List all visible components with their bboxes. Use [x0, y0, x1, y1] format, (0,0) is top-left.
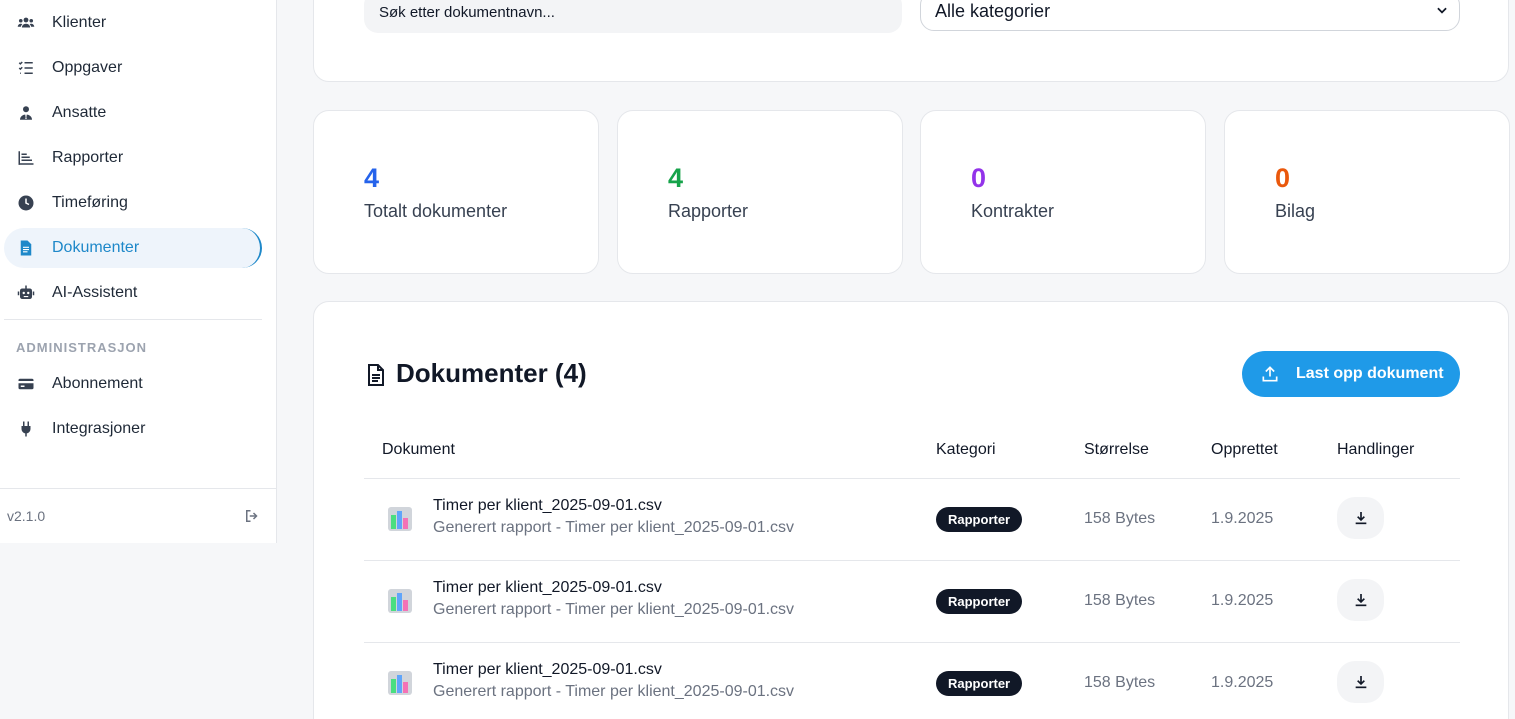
checklist-icon [16, 58, 36, 78]
sidebar-item-label: Ansatte [52, 104, 107, 121]
sidebar-item-label: AI-Assistent [52, 284, 138, 301]
documents-card: Dokumenter (4) Last opp dokument Dokumen… [313, 301, 1509, 719]
document-size: 158 Bytes [1084, 674, 1156, 691]
download-button[interactable] [1337, 661, 1384, 703]
stat-value: 0 [1275, 163, 1291, 193]
stat-card-bilag: 0 Bilag [1224, 110, 1510, 274]
filter-card: Alle kategorier [313, 0, 1509, 82]
version-label: v2.1.0 [7, 508, 46, 524]
chart-file-icon [388, 671, 412, 695]
sidebar-item-klienter[interactable]: Klienter [4, 3, 262, 43]
file-icon [16, 238, 36, 258]
download-icon [1355, 512, 1366, 525]
download-button[interactable] [1337, 579, 1384, 621]
stat-value: 4 [364, 163, 380, 193]
category-badge: Rapporter [936, 507, 1023, 532]
sidebar-item-label: Rapporter [52, 149, 124, 166]
table-row[interactable]: Timer per klient_2025-09-01.csv Generert… [364, 561, 1460, 643]
clock-icon [16, 193, 36, 213]
sidebar-item-timeforing[interactable]: Timeføring [4, 183, 262, 223]
upload-button-label: Last opp dokument [1296, 365, 1444, 382]
upload-icon [1262, 366, 1278, 382]
document-date: 1.9.2025 [1211, 674, 1274, 691]
download-icon [1355, 676, 1366, 689]
documents-title: Dokumenter (4) [396, 358, 587, 388]
document-name[interactable]: Timer per klient_2025-09-01.csv [433, 497, 662, 515]
stat-card-total: 4 Totalt dokumenter [313, 110, 599, 274]
stat-label: Totalt dokumenter [364, 201, 508, 221]
sidebar-item-label: Oppgaver [52, 59, 123, 76]
column-header-storrelse: Størrelse [1084, 441, 1149, 458]
sidebar-item-label: Dokumenter [52, 239, 140, 256]
document-description: Generert rapport - Timer per klient_2025… [433, 683, 795, 700]
table-row[interactable]: Timer per klient_2025-09-01.csv Generert… [364, 643, 1460, 719]
sidebar-item-oppgaver[interactable]: Oppgaver [4, 48, 262, 88]
table-row[interactable]: Timer per klient_2025-09-01.csv Generert… [364, 479, 1460, 561]
stat-label: Kontrakter [971, 201, 1055, 221]
sidebar-footer-divider [0, 488, 276, 489]
document-description: Generert rapport - Timer per klient_2025… [433, 519, 795, 536]
plug-icon [16, 419, 36, 439]
sidebar-item-integrasjoner[interactable]: Integrasjoner [4, 409, 262, 449]
sidebar-item-rapporter[interactable]: Rapporter [4, 138, 262, 178]
search-input[interactable] [364, 0, 902, 33]
upload-document-button[interactable]: Last opp dokument [1242, 351, 1460, 397]
download-icon [1355, 594, 1366, 607]
file-text-icon [368, 364, 384, 386]
document-name[interactable]: Timer per klient_2025-09-01.csv [433, 661, 662, 679]
sidebar-item-dokumenter[interactable]: Dokumenter [4, 228, 262, 268]
column-header-handlinger: Handlinger [1337, 441, 1415, 458]
user-tie-icon [16, 103, 36, 123]
stat-label: Rapporter [668, 201, 749, 221]
sidebar-item-label: Abonnement [52, 375, 143, 392]
sidebar-item-label: Integrasjoner [52, 420, 146, 437]
sidebar-item-ai-assistent[interactable]: AI-Assistent [4, 273, 262, 313]
stat-value: 0 [971, 163, 987, 193]
column-header-kategori: Kategori [936, 441, 996, 458]
category-select-value: Alle kategorier [935, 0, 1051, 21]
sidebar-item-label: Timeføring [52, 194, 128, 211]
chevron-down-icon [1437, 7, 1447, 14]
credit-card-icon [16, 374, 36, 394]
document-date: 1.9.2025 [1211, 592, 1274, 609]
category-badge: Rapporter [936, 589, 1023, 614]
column-header-opprettet: Opprettet [1211, 441, 1278, 458]
sidebar-item-label: Klienter [52, 14, 107, 31]
chart-file-icon [388, 507, 412, 531]
category-badge: Rapporter [936, 671, 1023, 696]
stat-card-rapporter: 4 Rapporter [617, 110, 903, 274]
sidebar-divider [4, 319, 262, 320]
column-header-dokument: Dokument [382, 441, 455, 458]
document-name[interactable]: Timer per klient_2025-09-01.csv [433, 579, 662, 597]
document-size: 158 Bytes [1084, 510, 1156, 527]
stat-card-kontrakter: 0 Kontrakter [920, 110, 1206, 274]
category-select[interactable]: Alle kategorier [920, 0, 1460, 31]
stat-value: 4 [668, 163, 684, 193]
chart-file-icon [388, 589, 412, 613]
chart-bar-icon [16, 148, 36, 168]
section-label-administrasjon: ADMINISTRASJON [16, 340, 148, 355]
download-button[interactable] [1337, 497, 1384, 539]
sidebar-item-ansatte[interactable]: Ansatte [4, 93, 262, 133]
sidebar: Klienter Oppgaver Ansatte Rapporter Time… [0, 0, 277, 543]
document-date: 1.9.2025 [1211, 510, 1274, 527]
document-size: 158 Bytes [1084, 592, 1156, 609]
users-icon [16, 13, 36, 33]
stat-label: Bilag [1275, 201, 1316, 221]
robot-icon [16, 283, 36, 303]
document-description: Generert rapport - Timer per klient_2025… [433, 601, 795, 618]
sidebar-item-abonnement[interactable]: Abonnement [4, 364, 262, 404]
logout-icon[interactable] [243, 507, 261, 525]
